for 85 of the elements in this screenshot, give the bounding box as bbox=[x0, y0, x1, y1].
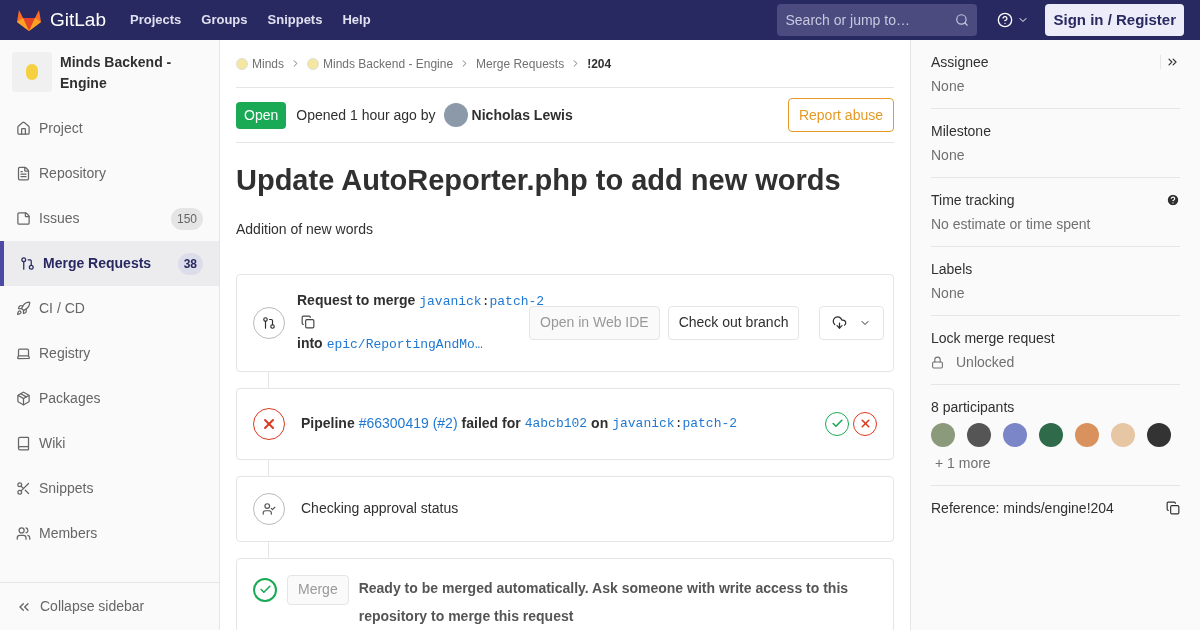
issues-icon bbox=[16, 211, 31, 226]
breadcrumb-link[interactable]: Minds Backend - Engine bbox=[307, 54, 454, 73]
breadcrumb-link[interactable]: !204 bbox=[587, 54, 612, 73]
merge-info-text: Request to merge bbox=[297, 292, 416, 308]
section-title: Milestone bbox=[931, 121, 991, 141]
sidebar-item[interactable]: CI / CD bbox=[0, 286, 219, 331]
sidebar-item[interactable]: Members bbox=[0, 511, 219, 556]
section-title: 8 participants bbox=[931, 397, 1015, 417]
section-value: None bbox=[931, 76, 965, 96]
author-avatar bbox=[443, 103, 468, 127]
search-icon bbox=[955, 13, 970, 27]
merge-status-text: Ready to be merged automatically. Ask someone with write access to this repository to merge this request bbox=[358, 578, 850, 626]
help-icon[interactable] bbox=[1166, 193, 1180, 207]
opened-text: Opened 1 hour ago by bbox=[296, 105, 436, 125]
sidebar-item[interactable]: Registry bbox=[0, 331, 219, 376]
copy-icon[interactable] bbox=[301, 315, 315, 329]
copy-icon[interactable] bbox=[1166, 501, 1180, 515]
sidebar-item[interactable]: Wiki bbox=[0, 421, 219, 466]
search-field[interactable]: Search or jump to… bbox=[777, 4, 978, 36]
description-text: Addition of new words bbox=[236, 219, 374, 239]
lightbulb-icon bbox=[307, 57, 319, 70]
sidebar-item[interactable]: Snippets bbox=[0, 466, 219, 511]
rocket-icon bbox=[16, 301, 31, 316]
lightbulb-icon bbox=[26, 64, 38, 80]
cloud-download-icon bbox=[832, 315, 848, 330]
gitlab-logo-icon bbox=[16, 8, 42, 32]
participant-avatar[interactable] bbox=[967, 423, 991, 447]
sidebar-item[interactable]: Project bbox=[0, 106, 219, 151]
collapse-sidebar-button[interactable]: Collapse sidebar bbox=[0, 582, 219, 630]
scissors-icon bbox=[16, 481, 31, 496]
code-link[interactable]: javanick bbox=[419, 294, 482, 309]
document-icon bbox=[16, 166, 31, 181]
breadcrumb-link[interactable]: Merge Requests bbox=[476, 54, 565, 73]
download-dropdown-button[interactable] bbox=[819, 305, 885, 340]
sidebar-item[interactable]: Issues 150 bbox=[0, 196, 219, 241]
section-value: Unlocked bbox=[956, 352, 1015, 372]
section-title: Assignee bbox=[931, 52, 989, 72]
sidebar-item[interactable]: Repository bbox=[0, 151, 219, 196]
count-badge: 150 bbox=[170, 207, 203, 230]
pipeline-text: failed for bbox=[461, 414, 521, 433]
section-value: None bbox=[931, 145, 965, 165]
participant-avatar[interactable] bbox=[1039, 423, 1063, 447]
participant-avatar[interactable] bbox=[1147, 423, 1171, 447]
help-icon[interactable] bbox=[997, 12, 1014, 28]
status-badge: Open bbox=[236, 101, 287, 129]
laptop-icon bbox=[16, 346, 31, 361]
home-icon bbox=[16, 121, 31, 136]
sign-in-button[interactable]: Sign in / Register bbox=[1045, 4, 1184, 36]
checkout-branch-button[interactable]: Check out branch bbox=[667, 305, 800, 340]
breadcrumb-link[interactable]: Minds bbox=[236, 54, 284, 73]
count-badge: 38 bbox=[177, 252, 203, 275]
package-icon bbox=[16, 391, 31, 406]
project-name[interactable]: Minds Backend - Engine bbox=[60, 52, 207, 94]
section-title: Lock merge request bbox=[931, 328, 1055, 348]
pipeline-text: Pipeline bbox=[301, 414, 355, 433]
people-icon bbox=[16, 526, 31, 541]
pipeline-text: on bbox=[591, 414, 609, 433]
lock-icon bbox=[931, 355, 944, 369]
section-value: No estimate or time spent bbox=[931, 214, 1091, 234]
nav-link[interactable]: Projects bbox=[130, 10, 182, 30]
section-value[interactable]: + 1 more bbox=[935, 452, 991, 474]
author-link[interactable]: Nicholas Lewis bbox=[471, 104, 573, 126]
nav-link[interactable]: Help bbox=[342, 10, 371, 30]
nav-link[interactable]: Groups bbox=[201, 10, 248, 30]
code-link[interactable]: epic/ReportingAndMo… bbox=[326, 337, 483, 352]
code-link[interactable]: javanick bbox=[612, 413, 675, 434]
book-icon bbox=[16, 436, 31, 451]
merge-request-icon bbox=[20, 256, 35, 271]
section-value: None bbox=[931, 283, 965, 303]
merge-request-title: Update AutoReporter.php to add new words bbox=[236, 163, 842, 198]
colon-text: : bbox=[481, 294, 490, 309]
section-title: Time tracking bbox=[931, 190, 1015, 210]
section-title: Labels bbox=[931, 259, 973, 279]
approval-status-text: Checking approval status bbox=[301, 499, 459, 518]
code-link[interactable]: 4abcb102 bbox=[524, 413, 588, 434]
pipeline-link[interactable]: #66300419 (#2) bbox=[358, 413, 458, 434]
sidebar-item[interactable]: Packages bbox=[0, 376, 219, 421]
merge-info-text: into bbox=[297, 335, 323, 351]
lightbulb-icon bbox=[236, 57, 248, 70]
code-link[interactable]: patch-2 bbox=[682, 413, 738, 434]
section-title: Reference: minds/engine!204 bbox=[931, 498, 1114, 518]
nav-link[interactable]: Snippets bbox=[267, 10, 323, 30]
sidebar-item[interactable]: Merge Requests 38 bbox=[0, 241, 219, 286]
colon-text: : bbox=[674, 414, 683, 433]
brand-name[interactable]: GitLab bbox=[50, 5, 106, 35]
